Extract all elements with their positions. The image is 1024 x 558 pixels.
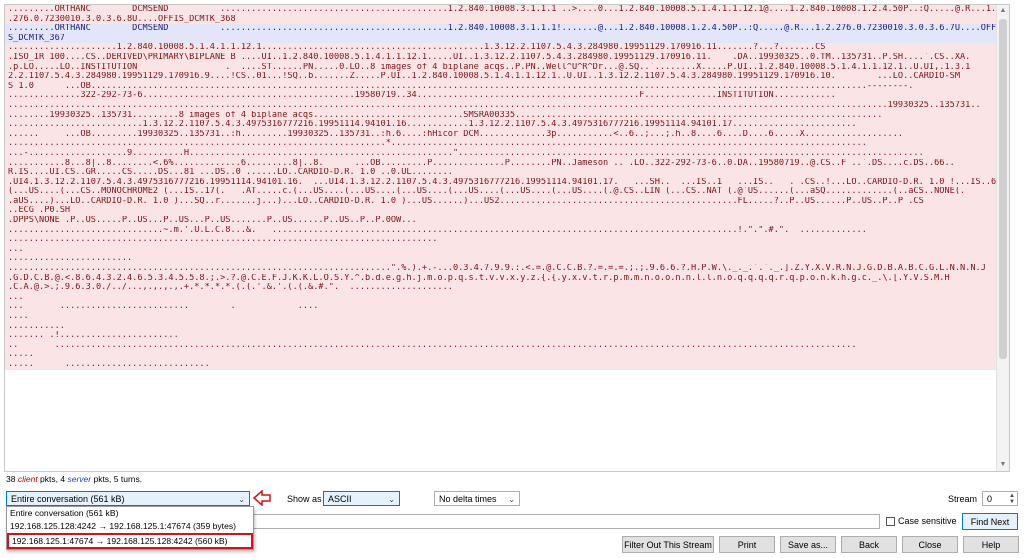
find-next-button[interactable]: Find Next [962, 513, 1018, 530]
client-data-line: (...US....(...CS..MONOCHROME2 (...IS..17… [5, 187, 1009, 197]
client-data-line: .DPPS\NONE .P..US.....P..US...P..US...P.… [5, 216, 1009, 226]
client-data-line: ..... [5, 350, 1009, 360]
chevron-down-icon: ⌄ [238, 495, 245, 504]
dropdown-option-server-to-client[interactable]: 192.168.125.128:4242 → 192.168.125.1:476… [7, 520, 253, 533]
scroll-up-icon[interactable]: ▲ [997, 5, 1009, 17]
client-data-line: .C.A.@.>.;.9.6.3.0./../...,.,.,.,.+.*.*.… [5, 283, 1009, 293]
server-count: 4 [60, 474, 66, 484]
stream-content-pane[interactable]: .........ORTHANC DCMSEND ...............… [4, 4, 1010, 472]
client-data-line: ........................................… [5, 139, 1009, 149]
help-button[interactable]: Help [963, 536, 1019, 553]
delta-times-value: No delta times [439, 494, 497, 504]
case-sensitive-label: Case sensitive [898, 516, 957, 526]
client-data-line: ..............................~.m.'.U.L.… [5, 225, 1009, 236]
vertical-scrollbar[interactable]: ▲ ▼ [996, 5, 1009, 471]
client-data-line: .... [5, 312, 1009, 322]
client-label: client [17, 474, 38, 484]
client-data-line: ...... ...OB.........19930325..135731..:… [5, 129, 1009, 140]
client-data-line: .p.LO.....LO..INSTITUTION . ....ST......… [5, 62, 1009, 73]
client-data-line: .. .....................................… [5, 340, 1009, 351]
stream-text: .........ORTHANC DCMSEND ...............… [5, 5, 1009, 370]
delta-times-select[interactable]: No delta times ⌄ [434, 491, 520, 506]
red-arrow-annotation-icon [252, 490, 271, 506]
summary-tail: pkts, 5 turns. [91, 474, 143, 484]
server-data-line: .........ORTHANC DCMSEND ...............… [5, 24, 1009, 34]
client-data-line: .276.0.7230010.3.0.3.6.8U....OFFIS_DCMTK… [5, 14, 1009, 25]
client-data-line: ....... .!....................... [5, 331, 1009, 341]
client-data-line: ........................ [5, 254, 1009, 265]
show-as-select[interactable]: ASCII ⌄ [323, 491, 400, 506]
back-button[interactable]: Back [841, 536, 897, 553]
client-data-line: ........19930325..135731.........8 image… [5, 110, 1009, 121]
client-data-line: 2.2.1107.5.4.3.284980.19951129.170916.9.… [5, 72, 1009, 82]
client-data-line: ........... [5, 321, 1009, 332]
filter-out-stream-button[interactable]: Filter Out This Stream [622, 536, 714, 553]
client-data-line: S 1.0 ...OB.............................… [5, 81, 1009, 92]
client-data-line: .....................1.2.840.10008.5.1.4… [5, 43, 1009, 53]
conversation-select[interactable]: Entire conversation (561 kB) ⌄ [6, 491, 250, 506]
client-data-line: ..ECG .P0.SH [5, 206, 1009, 217]
client-data-line: ..............322-292-73-6..............… [5, 91, 1009, 101]
show-as-value: ASCII [328, 494, 352, 504]
stream-number-spinner[interactable]: 0 ▲ ▼ [982, 491, 1018, 506]
server-label: server [67, 474, 92, 484]
conversation-selected-value: Entire conversation (561 kB) [11, 494, 125, 504]
show-as-label: Show as [287, 494, 322, 504]
print-button[interactable]: Print [719, 536, 775, 553]
client-data-line: ........................................… [5, 235, 1009, 245]
client-data-line: .ISO_IR 100....CS..DERIVED\PRIMARY\BIPLA… [5, 52, 1009, 63]
client-count: 38 [6, 474, 16, 484]
dropdown-option-client-to-server[interactable]: 192.168.125.1:47674 → 192.168.125.128:42… [7, 533, 253, 549]
client-data-line: .G.D.C.B.@.<.8.6.4.3.2.4.6.5.3.4.5.5.8.;… [5, 273, 1009, 284]
client-data-line: ... ......................... . .... [5, 302, 1009, 312]
conversation-dropdown-list[interactable]: Entire conversation (561 kB) 192.168.125… [6, 506, 254, 550]
stream-summary: 38 client pkts, 4 server pkts, 5 turns. [6, 474, 142, 484]
case-sensitive-checkbox[interactable] [886, 516, 895, 526]
scrollbar-thumb[interactable] [999, 19, 1007, 359]
server-data-line: S_DCMTK_367 [5, 33, 1009, 44]
spin-down-icon[interactable]: ▼ [1009, 499, 1015, 505]
client-data-line: .........ORTHANC DCMSEND ...............… [5, 5, 1009, 15]
client-data-line: ...-...................9..........H.....… [5, 148, 1009, 159]
client-data-line: ........................................… [5, 100, 1009, 111]
save-as-button[interactable]: Save as... [780, 536, 836, 553]
client-data-line: R.IS....UI.CS..GR.....CS.....DS...81 ...… [5, 168, 1009, 178]
stream-label: Stream [948, 494, 978, 504]
client-data-line: .aUS....)...LO..CARDIO-D.R. 1.0 )...SQ..… [5, 196, 1009, 207]
client-data-line: ........................................… [5, 264, 1009, 274]
close-button[interactable]: Close [902, 536, 958, 553]
pkts-separator: pkts, [37, 474, 61, 484]
find-input[interactable] [250, 514, 880, 529]
scroll-down-icon[interactable]: ▼ [997, 459, 1009, 471]
client-data-line: ...........8...8|..8........<.6%........… [5, 158, 1009, 169]
chevron-down-icon: ⌄ [388, 495, 395, 504]
client-data-line: ..... ............................ [5, 359, 1009, 370]
client-data-line: .UI4.1.3.12.2.1107.5.4.3.4975316777216.1… [5, 177, 1009, 188]
dropdown-option-entire[interactable]: Entire conversation (561 kB) [7, 507, 253, 520]
case-sensitive-option[interactable]: Case sensitive [886, 516, 957, 526]
client-data-line: ..........................1.3.12.2.1107.… [5, 120, 1009, 130]
client-data-line: ... [5, 244, 1009, 255]
stream-number-value: 0 [987, 494, 993, 504]
chevron-down-icon: ⌄ [508, 495, 515, 504]
client-data-line: ... [5, 292, 1009, 303]
